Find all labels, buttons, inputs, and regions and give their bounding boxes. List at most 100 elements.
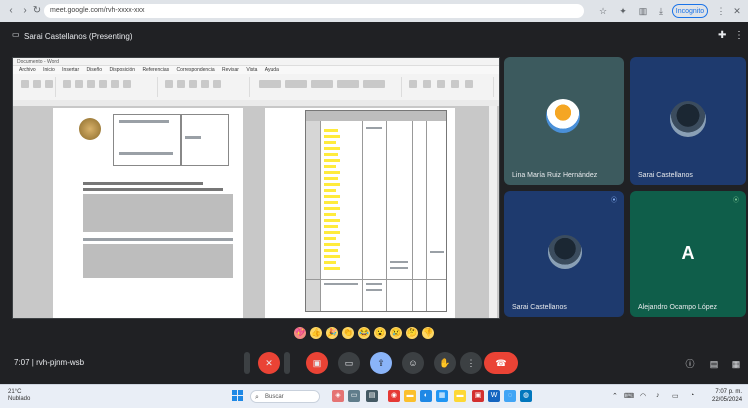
participant-name: Sarai Castellanos <box>638 172 693 179</box>
taskbar-clock[interactable]: 7:07 p. m. 22/05/2024 <box>712 388 742 404</box>
sidebar-icon[interactable]: ▥ <box>636 4 650 18</box>
participant-avatar <box>670 101 706 137</box>
tab-insert: Insertar <box>62 67 80 73</box>
widgets-icon[interactable]: ▤ <box>366 390 378 402</box>
more-options-icon[interactable]: ⋮ <box>734 30 744 41</box>
tab-home: Inicio <box>43 67 55 73</box>
tab-design: Diseño <box>86 67 103 73</box>
participant-tile[interactable]: Sarai Castellanos <box>630 57 746 185</box>
browser-toolbar: ‹ › ↻ meet.google.com/rvh-xxxx-xxx ☆ ✦ ▥… <box>0 0 748 23</box>
weather-temp: 21°C <box>8 389 22 395</box>
pin-icon[interactable]: ✚ <box>718 30 726 41</box>
back-icon[interactable]: ‹ <box>4 4 18 18</box>
extensions-icon[interactable]: ✦ <box>616 4 630 18</box>
word-ribbon <box>13 74 499 101</box>
tab-references: Referencias <box>142 67 170 73</box>
participant-name: Sarai Castellanos <box>512 304 567 311</box>
word-title-bar: Documento - Word <box>13 58 499 66</box>
camera-options-icon[interactable] <box>284 352 290 374</box>
taskbar-search[interactable]: ⌕ Buscar <box>250 390 320 403</box>
activities-icon[interactable]: ▦ <box>730 358 742 370</box>
reaction-party[interactable]: 🎉 <box>326 327 338 339</box>
weather-desc: Nublado <box>8 396 31 402</box>
battery-icon[interactable]: ▭ <box>672 392 679 400</box>
meet-header: ▭ Sarai Castellanos (Presenting) ✚ ⋮ <box>0 22 748 54</box>
windows-taskbar: 21°C Nublado ⌕ Buscar ◈ ▭ ▤ ◉ ▬ ◐ ▦ ▬ ▣ … <box>0 384 748 408</box>
chevron-up-icon[interactable]: ⌃ <box>612 392 618 400</box>
weather-widget[interactable]: 21°C Nublado <box>8 389 30 403</box>
task-view-icon[interactable]: ▭ <box>348 390 360 402</box>
meeting-code: 7:07 | rvh-pjnm-wsb <box>14 358 85 367</box>
app-icon[interactable]: ◈ <box>332 390 344 402</box>
document-page <box>265 108 455 318</box>
clock-time: 7:07 p. m. <box>715 389 743 395</box>
present-now-button[interactable]: ⇪ <box>370 352 392 374</box>
meet-controls-bar: 7:07 | rvh-pjnm-wsb ✕ ▣ ▭ ⇪ ☺ ✋ ⋮ ☎ ⓘ ▤ … <box>0 346 748 380</box>
tab-review: Revisar <box>222 67 239 73</box>
mic-options-icon[interactable] <box>244 352 250 374</box>
profile-button[interactable]: Incognito <box>672 4 708 18</box>
presenter-label: Sarai Castellanos (Presenting) <box>24 32 133 41</box>
wifi-icon[interactable]: ◠ <box>640 392 646 400</box>
store-icon[interactable]: ▦ <box>436 390 448 402</box>
document-page <box>53 108 243 318</box>
reaction-thinking[interactable]: 🤔 <box>406 327 418 339</box>
raise-hand-button[interactable]: ✋ <box>434 352 456 374</box>
start-button[interactable] <box>232 390 244 402</box>
star-icon[interactable]: ☆ <box>596 4 610 18</box>
participant-tile[interactable]: ⦿ Sarai Castellanos <box>504 191 624 317</box>
institution-crest <box>79 118 101 140</box>
reaction-thumbs-down[interactable]: 👎 <box>422 327 434 339</box>
tab-help: Ayuda <box>264 67 279 73</box>
download-icon[interactable]: ⤓ <box>654 4 668 18</box>
info-icon[interactable]: ⓘ <box>684 358 696 370</box>
leave-call-button[interactable]: ☎ <box>484 352 518 374</box>
search-icon: ⌕ <box>255 394 259 401</box>
folder-icon[interactable]: ▬ <box>454 390 466 402</box>
address-bar[interactable]: meet.google.com/rvh-xxxx-xxx <box>44 4 584 18</box>
word-icon[interactable]: W <box>488 390 500 402</box>
search-placeholder: Buscar <box>265 394 284 400</box>
participant-avatar <box>548 235 582 269</box>
document-scrollbar[interactable] <box>489 106 497 318</box>
office-icon[interactable]: ▣ <box>472 390 484 402</box>
reaction-heart[interactable]: 💖 <box>294 327 306 339</box>
tab-mailings: Correspondencia <box>176 67 215 73</box>
chat-icon[interactable]: ▤ <box>708 358 720 370</box>
participant-initial: A <box>681 243 695 263</box>
reaction-sad[interactable]: 😢 <box>390 327 402 339</box>
language-icon[interactable]: ⌨ <box>624 392 634 400</box>
app-icon[interactable]: ◍ <box>520 390 532 402</box>
participant-name: Alejandro Ocampo López <box>638 304 717 311</box>
document-table <box>305 110 447 312</box>
participant-tile[interactable]: Lina María Ruiz Hernández <box>504 57 624 185</box>
volume-icon[interactable]: ♪ <box>656 392 660 399</box>
more-options-button[interactable]: ⋮ <box>460 352 482 374</box>
word-ribbon-tabs: Archivo Inicio Insertar Diseño Disposici… <box>13 66 499 74</box>
edge-icon[interactable]: ◐ <box>420 390 432 402</box>
captions-button[interactable]: ▭ <box>338 352 360 374</box>
participant-name: Lina María Ruiz Hernández <box>512 172 598 179</box>
menu-icon[interactable]: ⋮ <box>714 4 728 18</box>
close-icon[interactable]: ✕ <box>730 4 744 18</box>
reaction-clap[interactable]: 👏 <box>342 327 354 339</box>
notification-icon[interactable]: ◔ <box>690 392 694 399</box>
present-screen-icon: ▭ <box>12 30 20 39</box>
reaction-laugh[interactable]: 😂 <box>358 327 370 339</box>
browser-app-icon[interactable]: ◉ <box>388 390 400 402</box>
reload-icon[interactable]: ↻ <box>30 4 44 18</box>
tab-layout: Disposición <box>109 67 136 73</box>
file-explorer-icon[interactable]: ▬ <box>404 390 416 402</box>
reaction-thumbs-up[interactable]: 👍 <box>310 327 322 339</box>
camera-off-button[interactable]: ▣ <box>306 352 328 374</box>
app-icon[interactable]: ◌ <box>504 390 516 402</box>
mic-off-icon: ⦿ <box>610 198 617 204</box>
mic-off-icon: ⦿ <box>732 198 739 204</box>
participant-tile[interactable]: ⦿ A Alejandro Ocampo López <box>630 191 746 317</box>
shared-screen: Documento - Word Archivo Inicio Insertar… <box>12 57 500 319</box>
clock-date: 22/05/2024 <box>712 397 743 403</box>
emoji-button[interactable]: ☺ <box>402 352 424 374</box>
reaction-surprised[interactable]: 😮 <box>374 327 386 339</box>
participant-avatar <box>546 99 580 133</box>
mic-off-button[interactable]: ✕ <box>258 352 280 374</box>
